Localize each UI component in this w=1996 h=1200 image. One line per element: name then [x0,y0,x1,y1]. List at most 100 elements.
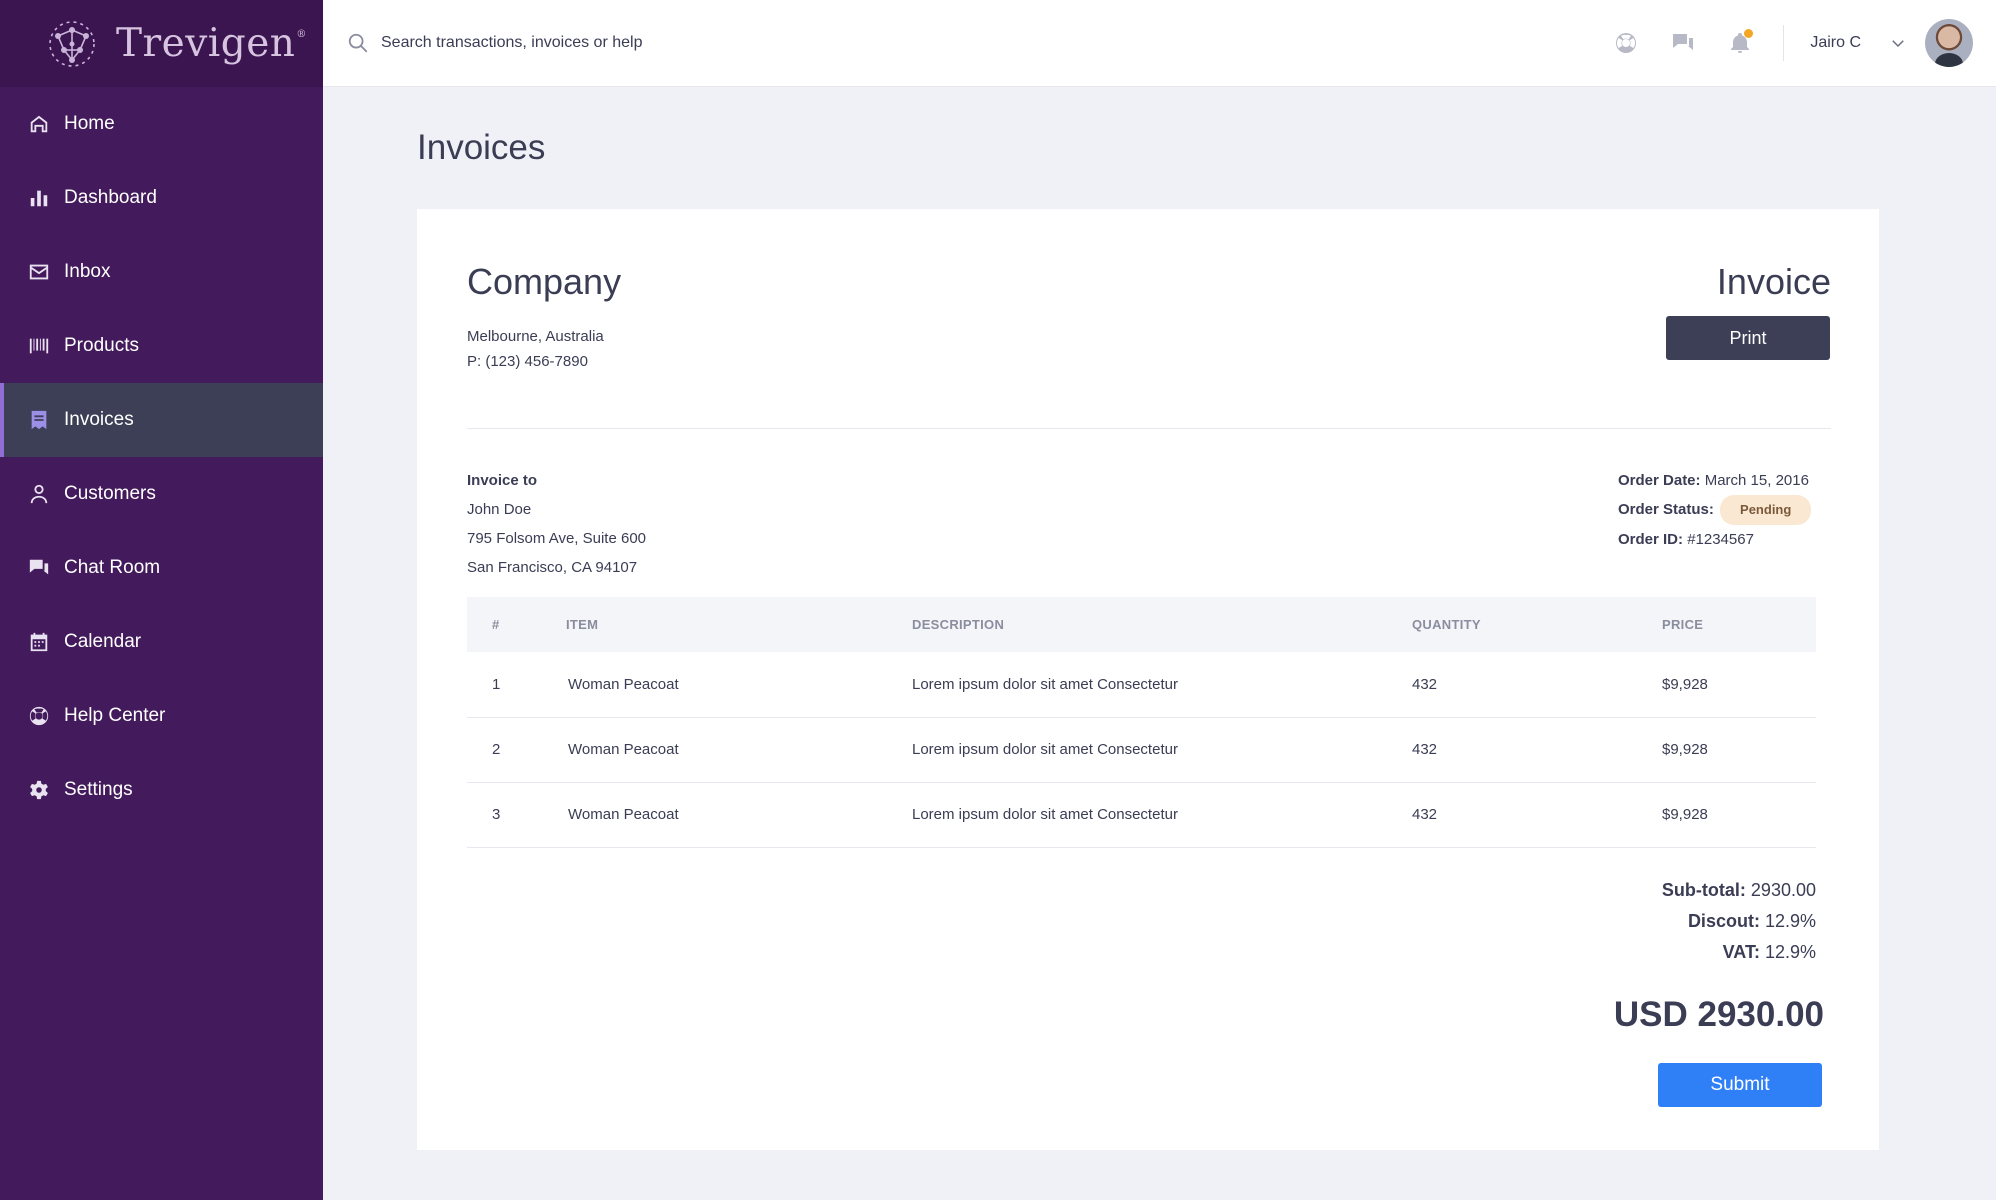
divider [467,428,1831,429]
totals: Sub-total: 2930.00 Discout: 12.9% VAT: 1… [1662,875,1816,968]
sidebar-item-label: Products [64,335,139,356]
search-bar [347,32,1612,54]
sidebar-item-label: Help Center [64,705,166,726]
home-icon [28,113,50,135]
order-status-label: Order Status: [1618,501,1714,518]
grand-total: USD 2930.00 [1613,995,1824,1034]
bill-to-city: San Francisco, CA 94107 [467,559,638,576]
row-item: Woman Peacoat [566,717,912,783]
mail-icon [28,261,50,283]
lifebuoy-icon [1616,33,1637,53]
sidebar-item-calendar[interactable]: Calendar [0,605,323,679]
topbar-divider [1783,25,1785,61]
help-button[interactable] [1612,29,1640,57]
row-item: Woman Peacoat [566,782,912,848]
chevron-down-icon[interactable] [1889,34,1907,52]
sidebar-item-label: Inbox [64,261,111,282]
company-address: Melbourne, Australia [467,328,604,345]
row-price: $9,928 [1662,717,1816,783]
chat-icon [1673,34,1694,50]
column-header-number: # [492,617,500,632]
bill-to: Invoice to John Doe 795 Folsom Ave, Suit… [467,466,646,582]
notifications-button[interactable] [1726,29,1754,57]
column-header-item: ITEM [566,617,599,632]
company-phone: P: (123) 456-7890 [467,353,588,370]
row-quantity: 432 [1411,782,1662,848]
sidebar-item-chat-room[interactable]: Chat Room [0,531,323,605]
page-title: Invoices [417,128,546,167]
sidebar-item-customers[interactable]: Customers [0,457,323,531]
column-header-price: PRICE [1662,617,1704,632]
sidebar-nav: Home Dashboard Inbox Products Invoices C… [0,87,323,827]
row-description: Lorem ipsum dolor sit amet Consectetur [912,782,1411,848]
calendar-icon [28,631,50,653]
subtotal-value: 2930.00 [1750,880,1816,900]
sidebar-item-products[interactable]: Products [0,309,323,383]
order-date: March 15, 2016 [1704,472,1809,489]
logo-icon [49,20,95,67]
sidebar: Trevigen® Home Dashboard Inbox Products … [0,0,323,1200]
bill-to-name: John Doe [467,501,532,518]
search-icon [348,33,368,53]
invoice-card: Company Melbourne, Australia P: (123) 45… [417,209,1879,1150]
avatar[interactable] [1925,19,1973,67]
sidebar-item-inbox[interactable]: Inbox [0,235,323,309]
chat-icon [28,557,50,579]
sidebar-item-label: Dashboard [64,187,157,208]
top-bar: Jairo C [323,0,1996,87]
barcode-icon [28,335,50,357]
row-quantity: 432 [1411,717,1662,783]
submit-button[interactable]: Submit [1658,1063,1822,1107]
gear-icon [28,779,50,801]
order-info: Order Date: March 15, 2016 Order Status:… [1618,466,1812,554]
row-quantity: 432 [1411,652,1662,718]
row-description: Lorem ipsum dolor sit amet Consectetur [912,652,1411,718]
invoice-items-table: # ITEM DESCRIPTION QUANTITY PRICE 1 Woma… [467,597,1816,848]
order-id: #1234567 [1687,531,1754,548]
bill-to-label: Invoice to [467,472,538,489]
print-button[interactable]: Print [1666,316,1830,360]
column-header-quantity: QUANTITY [1412,617,1481,632]
row-number: 3 [467,782,566,848]
table-row: 1 Woman Peacoat Lorem ipsum dolor sit am… [467,652,1816,718]
top-actions: Jairo C [1612,19,1996,67]
invoice-icon [28,409,50,431]
brand-logo[interactable]: Trevigen® [0,0,323,87]
company-name: Company [467,261,622,302]
sidebar-item-help-center[interactable]: Help Center [0,679,323,753]
status-badge: Pending [1720,495,1812,525]
sidebar-item-settings[interactable]: Settings [0,753,323,827]
discount-value: 12.9% [1764,911,1816,931]
discount-label: Discout: [1687,911,1760,931]
bar-chart-icon [28,187,50,209]
sidebar-item-label: Calendar [64,631,142,652]
sidebar-item-label: Home [64,113,115,134]
messages-button[interactable] [1669,29,1697,57]
table-row: 2 Woman Peacoat Lorem ipsum dolor sit am… [467,717,1816,783]
sidebar-item-home[interactable]: Home [0,87,323,161]
search-input[interactable] [381,34,801,52]
sidebar-item-dashboard[interactable]: Dashboard [0,161,323,235]
user-name[interactable]: Jairo C [1810,34,1861,52]
sidebar-item-label: Chat Room [64,557,161,578]
sidebar-item-label: Customers [64,483,156,504]
row-number: 2 [467,717,566,783]
order-date-label: Order Date: [1618,472,1701,489]
table-header-row: # ITEM DESCRIPTION QUANTITY PRICE [467,597,1816,652]
table-row: 3 Woman Peacoat Lorem ipsum dolor sit am… [467,782,1816,848]
vat-value: 12.9% [1764,942,1816,962]
row-number: 1 [467,652,566,718]
column-header-description: DESCRIPTION [912,617,1005,632]
invoice-heading: Invoice [1716,261,1831,302]
order-id-label: Order ID: [1618,531,1684,548]
row-price: $9,928 [1662,782,1816,848]
subtotal-label: Sub-total: [1661,880,1746,900]
bill-to-street: 795 Folsom Ave, Suite 600 [467,530,647,547]
sidebar-item-invoices[interactable]: Invoices [0,383,323,457]
company-details: Melbourne, Australia P: (123) 456-7890 [467,324,604,374]
user-icon [28,483,50,505]
row-price: $9,928 [1662,652,1816,718]
sidebar-item-label: Invoices [64,409,134,430]
brand-name: Trevigen® [116,21,307,66]
sidebar-item-label: Settings [64,779,133,800]
